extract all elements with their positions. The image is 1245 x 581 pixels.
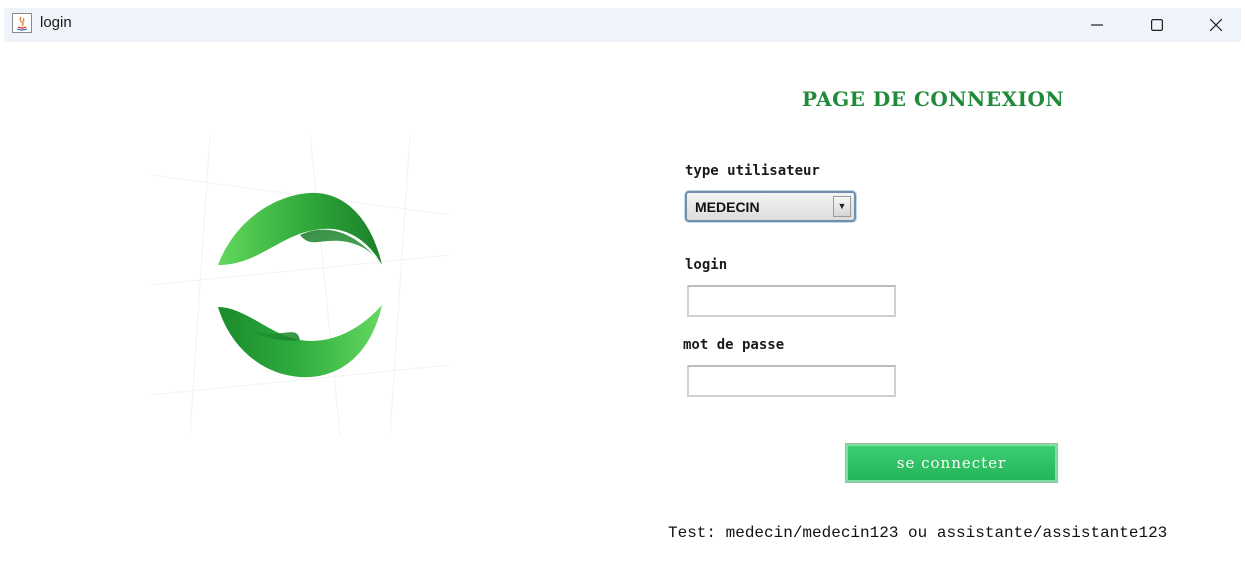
maximize-button[interactable]: [1134, 8, 1180, 42]
password-input[interactable]: [687, 365, 896, 397]
page-title: PAGE DE CONNEXION: [802, 87, 1065, 111]
close-icon: [1210, 19, 1222, 31]
login-label: login: [685, 257, 728, 273]
user-type-selected-value: MEDECIN: [695, 199, 760, 215]
user-type-select[interactable]: MEDECIN ▼: [685, 191, 856, 222]
minimize-button[interactable]: [1074, 8, 1120, 42]
title-bar: login: [4, 8, 1241, 42]
login-input[interactable]: [687, 285, 896, 317]
connect-button[interactable]: se connecter: [845, 443, 1058, 483]
dropdown-arrow-icon[interactable]: ▼: [833, 196, 851, 217]
password-label: mot de passe: [683, 337, 785, 353]
window-title: login: [40, 14, 72, 31]
maximize-icon: [1151, 19, 1163, 31]
green-wave-logo-icon: [149, 134, 451, 436]
java-app-icon: [12, 13, 32, 33]
minimize-icon: [1091, 24, 1103, 26]
close-button[interactable]: [1193, 8, 1239, 42]
user-type-label: type utilisateur: [685, 163, 820, 179]
login-window: login PAGE DE CONNEXION type utilisateur…: [0, 0, 1245, 581]
logo-image: [149, 134, 451, 436]
test-credentials-hint: Test: medecin/medecin123 ou assistante/a…: [668, 524, 1168, 542]
